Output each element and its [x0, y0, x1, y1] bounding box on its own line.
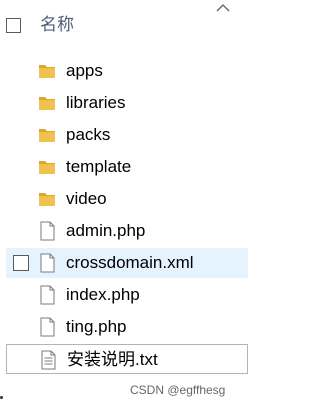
file-name: packs	[66, 125, 111, 144]
document-icon	[36, 220, 58, 242]
file-name: video	[66, 189, 107, 208]
document-icon	[36, 316, 58, 338]
file-row[interactable]: admin.php	[6, 216, 248, 246]
folder-icon	[36, 92, 58, 114]
file-name: apps	[66, 61, 103, 80]
watermark: CSDN @egffhesg	[130, 383, 226, 397]
file-row[interactable]: apps	[6, 56, 248, 86]
file-name: admin.php	[66, 221, 146, 240]
column-header: 名称	[0, 0, 250, 48]
row-checkbox[interactable]	[13, 255, 29, 271]
document-icon	[36, 252, 58, 274]
file-name: 安装说明.txt	[67, 350, 158, 369]
file-name: ting.php	[66, 317, 127, 336]
file-row[interactable]: 安装说明.txt	[6, 344, 248, 374]
folder-icon	[36, 188, 58, 210]
folder-icon	[36, 60, 58, 82]
folder-icon	[36, 124, 58, 146]
file-explorer-list: 名称 apps libraries packs template video admin.…	[0, 0, 250, 407]
stray-dot	[0, 396, 3, 399]
folder-icon	[36, 156, 58, 178]
file-name: libraries	[66, 93, 126, 112]
document-icon	[36, 284, 58, 306]
file-name: index.php	[66, 285, 140, 304]
file-row[interactable]: packs	[6, 120, 248, 150]
file-name: crossdomain.xml	[66, 253, 194, 272]
select-all-checkbox[interactable]	[6, 18, 21, 33]
file-row[interactable]: index.php	[6, 280, 248, 310]
name-column-header[interactable]: 名称	[40, 14, 74, 36]
file-name: template	[66, 157, 132, 176]
file-row[interactable]: libraries	[6, 88, 248, 118]
text-document-icon	[37, 349, 59, 371]
chevron-up-icon[interactable]	[215, 2, 231, 14]
file-row[interactable]: ting.php	[6, 312, 248, 342]
file-row[interactable]: video	[6, 184, 248, 214]
file-row[interactable]: crossdomain.xml	[6, 248, 248, 278]
file-row[interactable]: template	[6, 152, 248, 182]
